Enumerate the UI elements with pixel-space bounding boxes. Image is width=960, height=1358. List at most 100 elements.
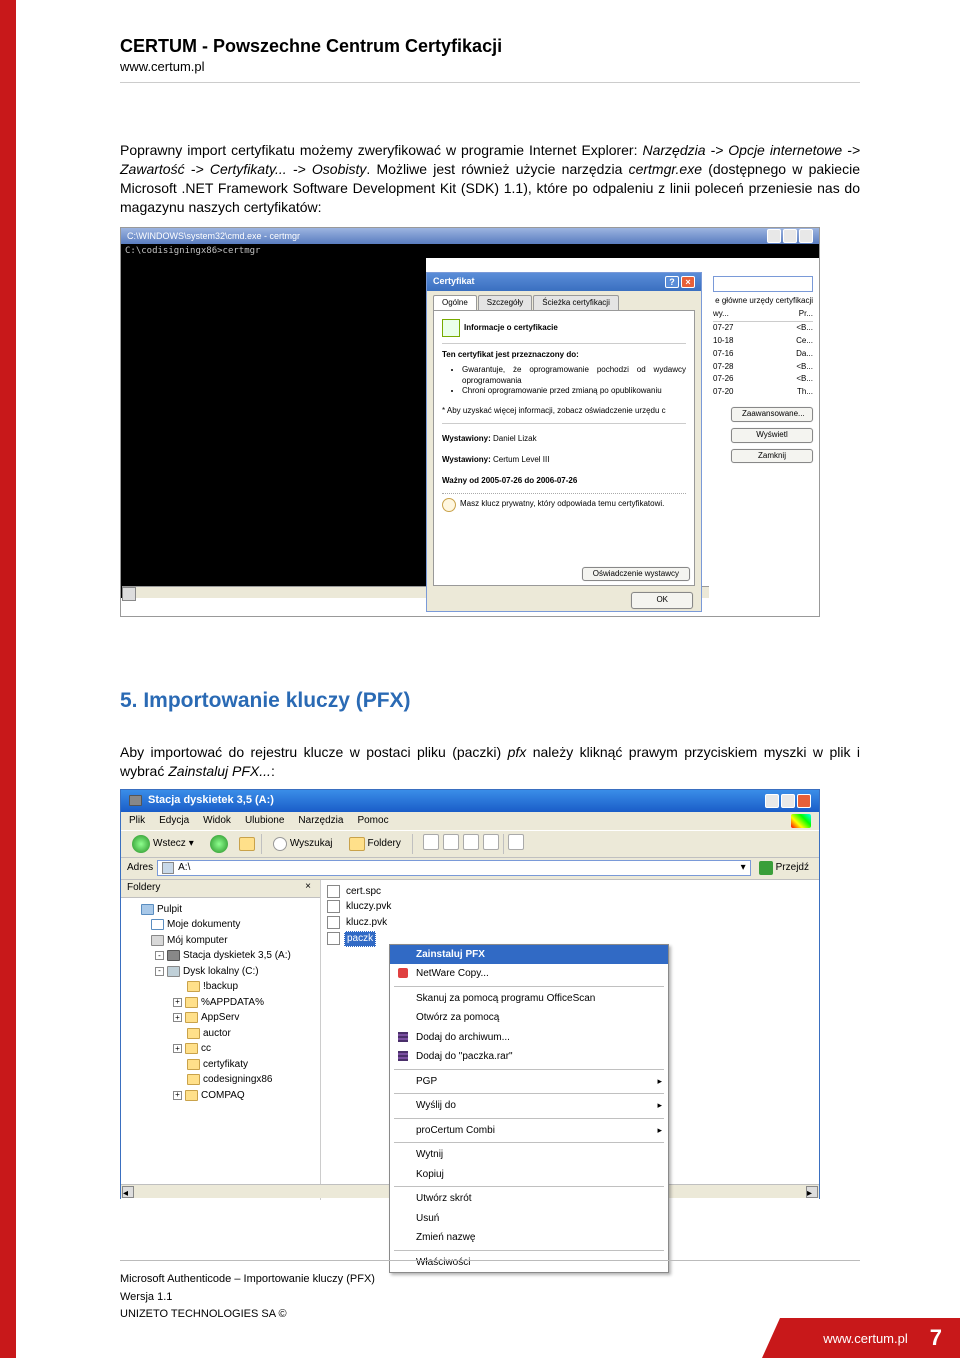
toolbar-icon[interactable] [463, 834, 479, 850]
menu-favorites[interactable]: Ulubione [245, 814, 284, 828]
context-menu-item[interactable]: Zainstaluj PFX [390, 945, 668, 965]
up-icon[interactable] [239, 837, 255, 851]
folder-icon [187, 1028, 200, 1039]
expand-icon[interactable]: + [173, 998, 182, 1007]
tree-item[interactable]: +cc [123, 1041, 318, 1057]
help-icon[interactable]: ? [665, 276, 679, 288]
folder-icon [185, 1012, 198, 1023]
explorer-toolbar: Wstecz ▾ Wyszukaj Foldery [121, 830, 819, 858]
header-title: CERTUM - Powszechne Centrum Certyfikacji [120, 36, 960, 57]
close-icon[interactable]: × [681, 276, 695, 288]
menu-edit[interactable]: Edycja [159, 814, 189, 828]
cmd-certmgr-screenshot: C:\WINDOWS\system32\cmd.exe - certmgr C:… [120, 227, 820, 617]
expand-icon[interactable]: + [173, 1013, 182, 1022]
issuer-statement-button[interactable]: Oświadczenie wystawcy [582, 567, 690, 582]
cert-tab-content: Informacje o certyfikacie Ten certyfikat… [433, 310, 695, 586]
tree-item[interactable]: certyfikaty [123, 1057, 318, 1073]
expand-icon[interactable]: + [173, 1091, 182, 1100]
context-menu-item[interactable]: Usuń [390, 1209, 668, 1229]
tree-item[interactable]: !backup [123, 979, 318, 995]
netware-icon [398, 968, 408, 978]
tree-label: !backup [203, 980, 238, 994]
search-button[interactable]: Wyszukaj [268, 835, 338, 853]
tree-item[interactable]: +COMPAQ [123, 1088, 318, 1104]
folders-button[interactable]: Foldery [344, 835, 406, 853]
views-icon[interactable] [508, 834, 524, 850]
context-separator [394, 1093, 664, 1094]
tree-label: Pulpit [157, 903, 182, 917]
context-menu-item[interactable]: PGP [390, 1072, 668, 1092]
ok-button[interactable]: OK [631, 592, 693, 609]
drive-icon [167, 966, 180, 977]
context-separator [394, 986, 664, 987]
context-menu-item[interactable]: Zmień nazwę [390, 1228, 668, 1248]
footer-rule [120, 1260, 860, 1261]
close-icon[interactable] [797, 794, 811, 808]
context-separator [394, 1069, 664, 1070]
footer-line: UNIZETO TECHNOLOGIES SA © [120, 1306, 860, 1324]
context-menu-item[interactable]: Kopiuj [390, 1165, 668, 1185]
toolbar-icon[interactable] [443, 834, 459, 850]
tree-label: AppServ [201, 1011, 239, 1025]
cert-store-dropdown[interactable] [713, 276, 813, 292]
tree-item[interactable]: + AppServ [123, 1010, 318, 1026]
file-item[interactable]: klucz.pvk [327, 915, 813, 931]
forward-button[interactable] [205, 833, 233, 855]
folder-tree: PulpitMoje dokumentyMój komputer-Stacja … [121, 898, 320, 1108]
file-icon [327, 900, 340, 913]
tree-item[interactable]: -Stacja dyskietek 3,5 (A:) [123, 948, 318, 964]
toolbar-icon[interactable] [423, 834, 439, 850]
menu-help[interactable]: Pomoc [357, 814, 388, 828]
key-icon [442, 498, 456, 512]
badge-url: www.certum.pl [823, 1331, 908, 1346]
context-menu-item[interactable]: NetWare Copy... [390, 964, 668, 984]
cmd-black-area [121, 258, 426, 598]
address-input[interactable]: A:\ ▾ [157, 860, 751, 876]
menu-tools[interactable]: Narzędzia [298, 814, 343, 828]
dropdown-icon[interactable]: ▾ [741, 861, 746, 875]
tree-item[interactable]: Pulpit [123, 902, 318, 918]
context-menu-item[interactable]: Wyślij do [390, 1096, 668, 1116]
tree-item[interactable]: codesigningx86 [123, 1072, 318, 1088]
context-menu-item[interactable]: Dodaj do archiwum... [390, 1028, 668, 1048]
file-item[interactable]: cert.spc [327, 884, 813, 900]
close-icon[interactable] [799, 229, 813, 243]
toolbar-icon[interactable] [483, 834, 499, 850]
cert-tabs: Ogólne Szczegóły Ścieżka certyfikacji [427, 291, 701, 311]
expand-icon[interactable]: + [173, 1044, 182, 1053]
tab-details[interactable]: Szczegóły [478, 295, 532, 311]
tab-general[interactable]: Ogólne [433, 295, 477, 311]
file-item[interactable]: kluczy.pvk [327, 899, 813, 915]
close-button[interactable]: Zamknij [731, 449, 813, 464]
maximize-icon[interactable] [781, 794, 795, 808]
tree-item[interactable]: auctor [123, 1026, 318, 1042]
tree-item[interactable]: Mój komputer [123, 933, 318, 949]
context-menu-item[interactable]: Otwórz za pomocą [390, 1008, 668, 1028]
go-button[interactable]: Przejdź [755, 859, 813, 877]
tree-label: codesigningx86 [203, 1073, 273, 1087]
context-menu-item[interactable]: Skanuj za pomocą programu OfficeScan [390, 989, 668, 1009]
file-icon [327, 932, 340, 945]
tree-label: auctor [203, 1027, 231, 1041]
tree-item[interactable]: +%APPDATA% [123, 995, 318, 1011]
maximize-icon[interactable] [783, 229, 797, 243]
tab-path[interactable]: Ścieżka certyfikacji [533, 295, 619, 311]
context-menu-item[interactable]: Dodaj do "paczka.rar" [390, 1047, 668, 1067]
menu-file[interactable]: Plik [129, 814, 145, 828]
minimize-icon[interactable] [767, 229, 781, 243]
address-value: A:\ [178, 861, 190, 875]
view-button[interactable]: Wyświetl [731, 428, 813, 443]
minimize-icon[interactable] [765, 794, 779, 808]
advanced-button[interactable]: Zaawansowane... [731, 407, 813, 422]
tree-item[interactable]: Moje dokumenty [123, 917, 318, 933]
tree-item[interactable]: -Dysk lokalny (C:) [123, 964, 318, 980]
context-menu-item[interactable]: Utwórz skrót [390, 1189, 668, 1209]
back-button[interactable]: Wstecz ▾ [127, 833, 199, 855]
menu-view[interactable]: Widok [203, 814, 231, 828]
sidebar-close-icon[interactable]: × [302, 882, 314, 894]
expand-icon[interactable]: - [155, 951, 164, 960]
context-menu-item[interactable]: proCertum Combi [390, 1121, 668, 1141]
expand-icon[interactable]: - [155, 967, 164, 976]
issued-by-value: Certum Level III [493, 455, 549, 464]
context-menu-item[interactable]: Wytnij [390, 1145, 668, 1165]
